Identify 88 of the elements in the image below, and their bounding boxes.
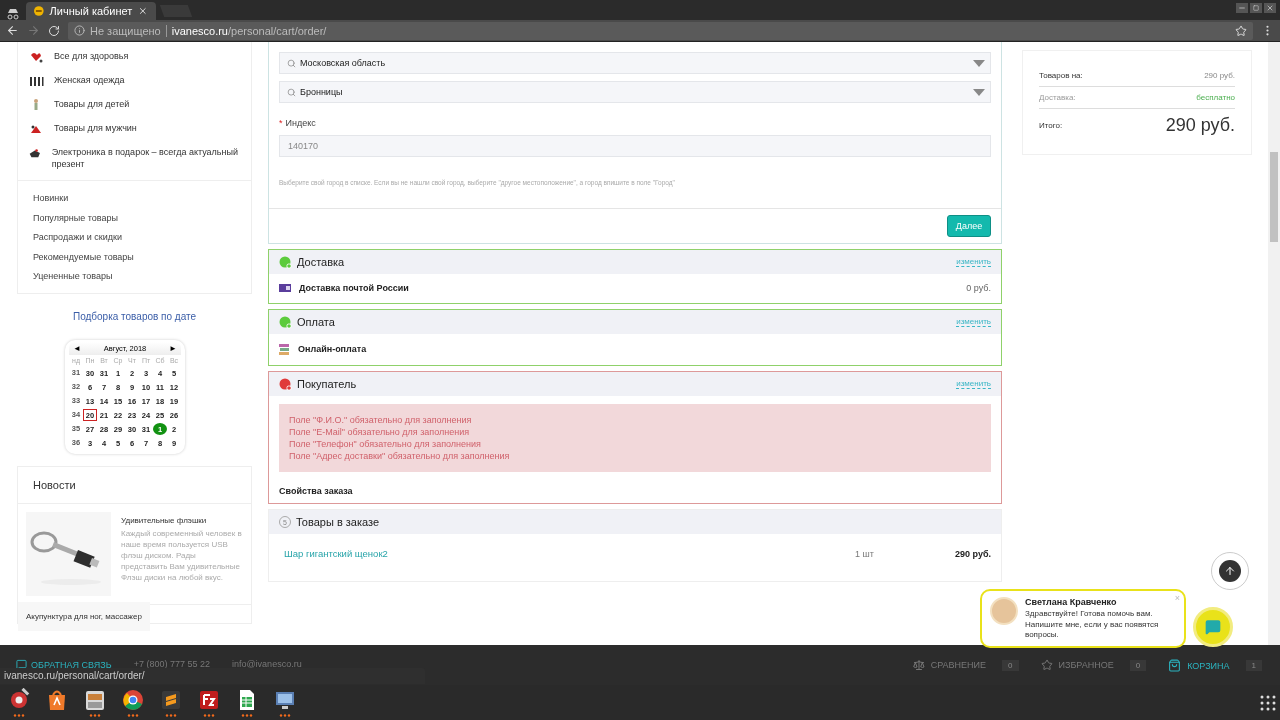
date-link[interactable]: Подборка товаров по дате	[17, 310, 252, 322]
summary-label: Товаров на:	[1039, 71, 1083, 80]
star-icon	[1040, 659, 1053, 671]
browser-tab[interactable]: Личный кабинет	[26, 2, 156, 20]
section-title: Оплата	[297, 316, 336, 328]
total-price: 290 руб.	[1165, 115, 1235, 136]
category-link[interactable]: Электроника в подарок – всегда актуальный презент	[51, 146, 241, 170]
mail-logo-icon	[279, 284, 291, 292]
news-title[interactable]: Акупунктура для ног, массажер	[18, 601, 150, 631]
app-grid-icon[interactable]	[1260, 694, 1276, 711]
browser-icon[interactable]	[121, 688, 145, 712]
scroll-thumb[interactable]	[1270, 152, 1278, 242]
email-address: info@ivanesco.ru	[231, 659, 302, 669]
caret-icon	[973, 88, 985, 96]
chat-message: Здравствуйте! Готова помочь вам. Напишите мне, если у вас появятся вопросы.	[1025, 609, 1160, 641]
error-message: Поле "Ф.И.О." обязательно для заполнения	[289, 414, 473, 426]
section-title: Доставка	[297, 256, 346, 268]
site-favicon-icon	[34, 6, 44, 16]
info-icon	[74, 25, 85, 36]
editor-icon[interactable]	[159, 688, 183, 712]
summary-value: 290 руб.	[1204, 71, 1235, 80]
search-icon	[287, 87, 296, 97]
category-link[interactable]: Все для здоровья	[54, 50, 129, 62]
sidebar-link[interactable]: Новинки	[33, 193, 236, 205]
product-quantity: 1 шт	[855, 548, 875, 559]
sidebar-link[interactable]: Рекомендуемые товары	[33, 251, 236, 263]
option-name: Онлайн-оплата	[298, 344, 368, 354]
city-select[interactable]: Бронницы	[279, 81, 991, 103]
cards-icon	[279, 343, 290, 355]
minimize-icon	[1238, 4, 1246, 12]
option-name: Доставка почтой России	[299, 283, 410, 293]
category-link[interactable]: Товары для мужчин	[54, 122, 137, 134]
summary-label: Итого:	[1039, 121, 1063, 130]
category-link[interactable]: Женская одежда	[54, 74, 125, 86]
section-title: Товары в заказе	[296, 516, 381, 528]
summary-label: Доставка:	[1039, 93, 1076, 102]
index-field[interactable]: 140170	[279, 135, 991, 157]
alert-badge-icon	[279, 377, 292, 391]
ftp-client-icon[interactable]	[197, 688, 221, 712]
heart-icon	[28, 50, 44, 64]
field-label: Индекс	[285, 118, 316, 128]
arrow-up-icon	[1224, 565, 1236, 577]
region-select[interactable]: Московская область	[279, 52, 991, 74]
sidebar-link[interactable]: Распродажи и скидки	[33, 232, 236, 244]
feedback-link[interactable]: ОБРАТНАЯ СВЯЗЬ	[16, 659, 112, 670]
category-link[interactable]: Товары для детей	[54, 98, 130, 110]
subsection-title: Свойства заказа	[278, 485, 354, 498]
cabinet-icon[interactable]	[83, 688, 107, 712]
chat-icon	[16, 659, 27, 670]
error-message: Поле "Адрес доставки" обязательно для заполнения	[289, 450, 511, 462]
section-title: Покупатель	[297, 378, 358, 390]
news-heading: Новости	[18, 466, 251, 504]
news-text: Каждый современный человек в наше время пользуется USB флэш диском. Рады представить Вам удивительные Флэш диски на любой вкус.	[121, 527, 243, 583]
close-icon	[1266, 4, 1274, 12]
option-price: 0 руб.	[966, 283, 991, 293]
incognito-icon	[6, 8, 20, 20]
error-message: Поле "E-Mail" обязательно для заполнения	[289, 426, 471, 438]
check-badge-icon	[279, 255, 292, 269]
prev-month-button[interactable]: ◄	[73, 343, 81, 353]
check-badge-icon	[279, 315, 292, 329]
address-field[interactable]: Не защищено ivanesco.ru/personal/cart/order/	[68, 21, 1253, 40]
next-month-button[interactable]: ►	[169, 343, 177, 353]
url-path: /personal/cart/order/	[228, 24, 327, 37]
agent-name: Светлана Кравченко	[1025, 597, 1118, 607]
summary-value: бесплатно	[1196, 93, 1235, 102]
security-label: Не защищено	[90, 24, 161, 37]
close-icon[interactable]	[138, 6, 148, 16]
sidebar-link[interactable]: Популярные товары	[33, 212, 236, 224]
chat-icon	[1205, 619, 1221, 635]
bookmark-star-icon[interactable]	[1235, 24, 1247, 37]
close-button[interactable]	[1264, 3, 1276, 13]
error-message: Поле "Телефон" обязательно для заполнения	[289, 438, 482, 450]
scales-icon	[912, 659, 925, 671]
sidebar-link[interactable]: Уцененные товары	[33, 271, 236, 283]
phone-number: +7 (800) 777 55 22	[133, 659, 210, 669]
reload-icon[interactable]	[48, 24, 60, 37]
restore-icon	[1253, 5, 1259, 11]
back-icon[interactable]	[6, 24, 19, 37]
url-host: ivanesco.ru	[171, 24, 228, 37]
search-icon	[287, 58, 296, 68]
avatar	[990, 597, 1018, 625]
cart-link[interactable]: КОРЗИНА 1	[1168, 659, 1262, 672]
required-mark: *	[279, 118, 283, 128]
news-title[interactable]: Удивительные флэшки	[121, 515, 243, 525]
tab-title: Личный кабинет	[49, 5, 133, 17]
caret-icon	[973, 59, 985, 67]
bag-icon	[1168, 659, 1182, 672]
product-price: 290 руб.	[955, 548, 991, 559]
